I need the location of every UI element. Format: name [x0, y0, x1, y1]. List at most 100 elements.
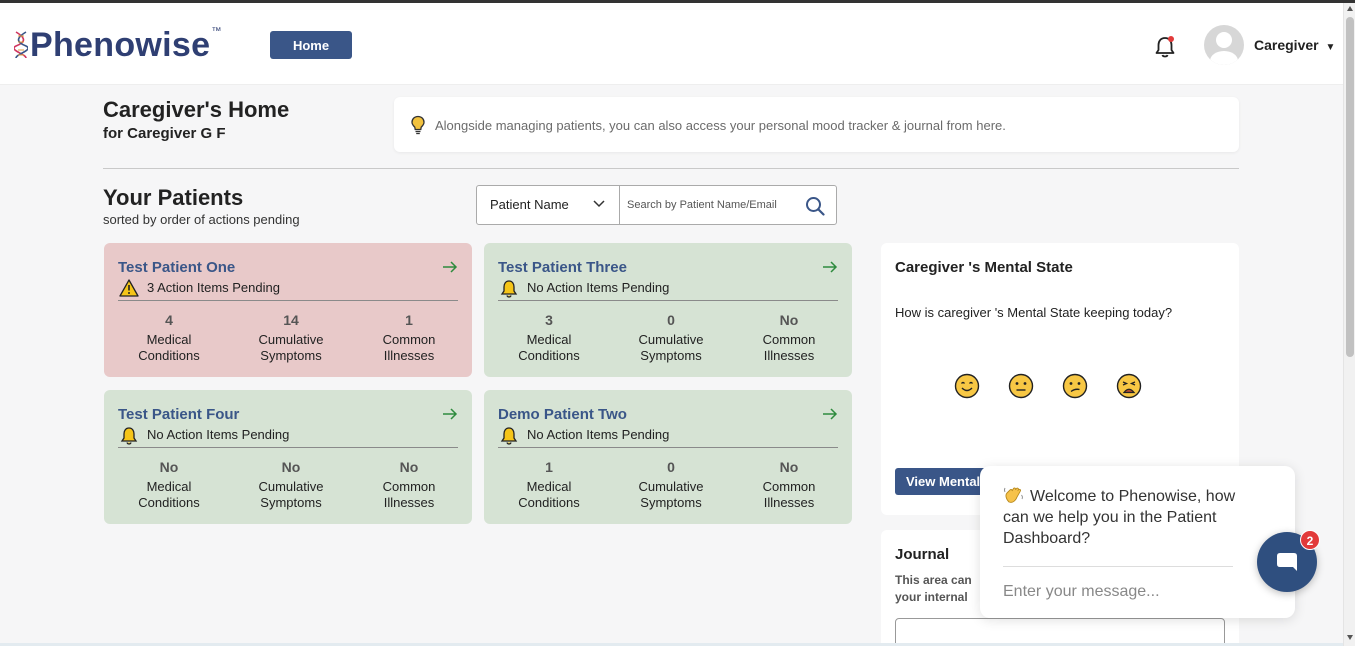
- bell-icon: [500, 280, 518, 298]
- patient-search-input[interactable]: [627, 191, 797, 219]
- patient-name[interactable]: Test Patient One: [118, 259, 235, 276]
- distressed-face-icon[interactable]: [1116, 373, 1142, 399]
- notification-bell-icon[interactable]: [1152, 34, 1178, 60]
- page-subtitle: for Caregiver G F: [103, 125, 226, 142]
- search-icon[interactable]: [805, 196, 825, 216]
- stat-value: 0: [667, 312, 675, 328]
- patient-card[interactable]: Test Patient Four No Action Items Pendin…: [104, 390, 472, 524]
- patient-search-bar: Patient Name: [476, 185, 837, 225]
- bell-icon: [500, 427, 518, 445]
- scroll-up-arrow-icon[interactable]: [1347, 6, 1353, 11]
- stat-value: 0: [667, 459, 675, 475]
- page-title: Caregiver's Home: [103, 97, 290, 122]
- arrow-right-icon[interactable]: [442, 408, 458, 420]
- arrow-right-icon[interactable]: [822, 261, 838, 273]
- arrow-right-icon[interactable]: [442, 261, 458, 273]
- stat-common-illnesses: No Common Illnesses: [739, 312, 839, 364]
- stat-value: No: [281, 459, 301, 475]
- card-divider: [498, 300, 838, 301]
- search-filter-value: Patient Name: [490, 197, 569, 212]
- neutral-face-icon[interactable]: [1008, 373, 1034, 399]
- patient-name[interactable]: Test Patient Four: [118, 406, 239, 423]
- stat-cumulative-symptoms: 0 Cumulative Symptoms: [621, 459, 721, 511]
- chat-unread-badge: 2: [1300, 530, 1320, 550]
- stat-value: 3: [545, 312, 553, 328]
- arrow-right-icon[interactable]: [822, 408, 838, 420]
- avatar-silhouette-icon: [1210, 32, 1238, 65]
- caret-down-icon: ▼: [1325, 42, 1336, 53]
- patient-card[interactable]: Test Patient Three No Action Items Pendi…: [484, 243, 852, 377]
- page-scrollbar[interactable]: [1343, 3, 1355, 646]
- search-filter-select[interactable]: Patient Name: [477, 186, 620, 224]
- stat-value: No: [159, 459, 179, 475]
- stat-medical-conditions: 3 Medical Conditions: [499, 312, 599, 364]
- chat-welcome-text: Welcome to Phenowise, how can we help yo…: [1003, 488, 1236, 547]
- card-divider: [118, 447, 458, 448]
- stat-common-illnesses: No Common Illnesses: [359, 459, 459, 511]
- action-items-status: No Action Items Pending: [147, 427, 290, 442]
- dna-icon: [14, 31, 28, 59]
- journal-title: Journal: [895, 546, 950, 563]
- warning-icon: [119, 279, 139, 297]
- scroll-down-arrow-icon[interactable]: [1347, 635, 1353, 640]
- patient-card[interactable]: Test Patient One 3 Action Items Pending …: [104, 243, 472, 377]
- chat-bubble-icon: [1277, 553, 1297, 571]
- user-menu[interactable]: Caregiver ▼: [1254, 37, 1335, 53]
- scrollbar-thumb[interactable]: [1346, 17, 1354, 357]
- stat-common-illnesses: No Common Illnesses: [739, 459, 839, 511]
- stat-cumulative-symptoms: 0 Cumulative Symptoms: [621, 312, 721, 364]
- stat-value: 14: [283, 312, 299, 328]
- stat-value: 1: [405, 312, 413, 328]
- patient-card[interactable]: Demo Patient Two No Action Items Pending…: [484, 390, 852, 524]
- action-items-status: No Action Items Pending: [527, 280, 670, 295]
- stat-value: 1: [545, 459, 553, 475]
- mental-state-title: Caregiver 's Mental State: [895, 259, 1073, 276]
- section-divider: [103, 168, 1239, 169]
- phenowise-logo[interactable]: Phenowise ™: [14, 25, 221, 65]
- stat-medical-conditions: 4 Medical Conditions: [119, 312, 219, 364]
- logo-trademark: ™: [211, 25, 222, 37]
- stat-value: No: [779, 312, 799, 328]
- bell-icon: [120, 427, 138, 445]
- action-items-status: No Action Items Pending: [527, 427, 670, 442]
- chat-popup: Welcome to Phenowise, how can we help yo…: [980, 466, 1295, 618]
- patients-section-title: Your Patients: [103, 185, 244, 210]
- stat-medical-conditions: 1 Medical Conditions: [499, 459, 599, 511]
- stat-label: Medical Conditions: [138, 479, 200, 510]
- notification-dot: [1168, 36, 1174, 42]
- stat-medical-conditions: No Medical Conditions: [119, 459, 219, 511]
- user-name: Caregiver: [1254, 37, 1319, 53]
- confused-face-icon[interactable]: [1062, 373, 1088, 399]
- stat-label: Cumulative Symptoms: [258, 479, 324, 510]
- stat-label: Common Illnesses: [762, 479, 816, 510]
- logo-text: Phenowise: [30, 25, 211, 64]
- chat-message-input[interactable]: [1003, 580, 1223, 604]
- card-divider: [118, 300, 458, 301]
- stat-label: Common Illnesses: [382, 332, 436, 363]
- home-button[interactable]: Home: [270, 31, 352, 59]
- stat-label: Medical Conditions: [518, 479, 580, 510]
- info-banner-text: Alongside managing patients, you can als…: [435, 118, 1006, 133]
- patient-name[interactable]: Test Patient Three: [498, 259, 627, 276]
- top-header: Phenowise ™ Home Caregiver ▼: [0, 3, 1343, 85]
- stat-common-illnesses: 1 Common Illnesses: [359, 312, 459, 364]
- stat-label: Medical Conditions: [138, 332, 200, 363]
- mental-state-question: How is caregiver 's Mental State keeping…: [895, 305, 1173, 320]
- stat-cumulative-symptoms: No Cumulative Symptoms: [241, 459, 341, 511]
- card-divider: [498, 447, 838, 448]
- stat-label: Medical Conditions: [518, 332, 580, 363]
- chevron-down-icon: [593, 200, 605, 208]
- user-avatar[interactable]: [1204, 25, 1244, 65]
- stat-cumulative-symptoms: 14 Cumulative Symptoms: [241, 312, 341, 364]
- stat-label: Common Illnesses: [762, 332, 816, 363]
- patient-name[interactable]: Demo Patient Two: [498, 406, 627, 423]
- journal-input[interactable]: [895, 618, 1225, 646]
- smiling-face-icon[interactable]: [954, 373, 980, 399]
- action-items-status: 3 Action Items Pending: [147, 280, 280, 295]
- stat-value: No: [399, 459, 419, 475]
- stat-label: Cumulative Symptoms: [258, 332, 324, 363]
- patients-section-subtitle: sorted by order of actions pending: [103, 212, 300, 227]
- stat-label: Cumulative Symptoms: [638, 479, 704, 510]
- chat-divider: [1003, 566, 1233, 567]
- waving-hand-icon: [1004, 487, 1023, 503]
